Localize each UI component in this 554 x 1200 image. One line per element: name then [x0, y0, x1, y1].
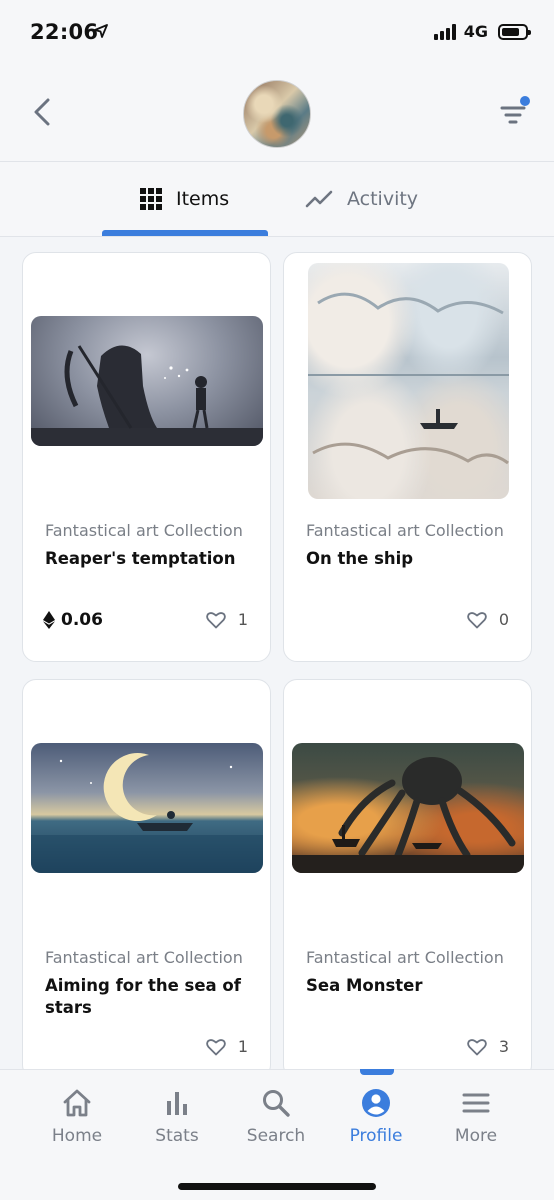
tab-items-label: Items — [176, 188, 230, 210]
card-price: 0.06 — [43, 610, 103, 630]
moon-artwork — [31, 753, 263, 873]
like-count: 3 — [498, 1037, 509, 1056]
nft-card[interactable]: Fantastical art Collection Aiming for th… — [22, 679, 271, 1079]
nft-image-on-the-ship — [308, 263, 509, 499]
ethereum-icon — [43, 611, 55, 629]
home-icon — [63, 1089, 91, 1117]
active-nav-marker — [360, 1069, 394, 1075]
status-time: 22:06 — [30, 20, 99, 44]
like-count: 1 — [237, 610, 248, 629]
card-price-value: 0.06 — [61, 610, 103, 630]
like-button[interactable]: 1 — [206, 610, 248, 629]
battery-icon — [498, 23, 531, 40]
card-collection-name: Fantastical art Collection — [306, 948, 504, 967]
back-button[interactable] — [22, 92, 62, 132]
collection-header — [0, 68, 554, 162]
status-indicators: 4G — [433, 22, 531, 41]
network-type: 4G — [463, 22, 488, 41]
nft-image-reapers-temptation — [31, 316, 263, 446]
heart-icon — [206, 1038, 226, 1055]
nft-image-aiming-for-the-sea-of-stars — [31, 743, 263, 873]
location-arrow-icon — [94, 24, 108, 38]
heart-icon — [467, 611, 487, 628]
nav-home-label: Home — [51, 1126, 103, 1146]
status-bar: 22:06 4G — [0, 0, 554, 68]
tab-activity-label: Activity — [347, 188, 419, 210]
nav-more-label: More — [454, 1126, 498, 1146]
tab-items[interactable]: Items — [140, 162, 229, 236]
ship-artwork — [308, 292, 509, 465]
chevron-left-icon — [34, 98, 50, 126]
trend-line-icon — [305, 190, 333, 208]
nav-home[interactable]: Home — [27, 1088, 127, 1146]
nav-search-label: Search — [246, 1126, 306, 1146]
like-count: 0 — [498, 610, 509, 629]
nft-image-sea-monster — [292, 743, 524, 873]
like-button[interactable]: 0 — [467, 610, 509, 629]
signal-icon — [433, 23, 456, 40]
card-collection-name: Fantastical art Collection — [45, 521, 243, 540]
like-button[interactable]: 3 — [467, 1037, 509, 1056]
nft-card[interactable]: Fantastical art Collection Reaper's temp… — [22, 252, 271, 662]
nav-stats[interactable]: Stats — [127, 1088, 227, 1146]
like-button[interactable]: 1 — [206, 1037, 248, 1056]
card-title: On the ship — [306, 549, 414, 568]
home-indicator — [178, 1183, 376, 1190]
sea-monster-artwork — [292, 757, 524, 873]
heart-icon — [467, 1038, 487, 1055]
card-collection-name: Fantastical art Collection — [45, 948, 243, 967]
reaper-artwork — [31, 345, 263, 446]
tab-activity[interactable]: Activity — [305, 162, 418, 236]
nav-search[interactable]: Search — [226, 1088, 326, 1146]
card-title: Reaper's temptation — [45, 549, 236, 568]
card-collection-name: Fantastical art Collection — [306, 521, 504, 540]
user-icon — [362, 1089, 390, 1117]
menu-icon — [462, 1093, 490, 1113]
nft-card[interactable]: Fantastical art Collection On the ship 0 — [283, 252, 532, 662]
grid-icon — [140, 188, 162, 210]
filter-active-dot — [520, 96, 530, 106]
nav-profile[interactable]: Profile — [326, 1088, 426, 1146]
active-tab-indicator — [102, 230, 268, 236]
nav-profile-label: Profile — [349, 1126, 403, 1146]
avatar[interactable] — [243, 80, 311, 148]
card-title: Aiming for the sea of stars — [45, 976, 241, 1017]
search-icon — [263, 1090, 290, 1117]
bottom-navigation: Home Stats Search Profile More — [0, 1069, 554, 1200]
like-count: 1 — [237, 1037, 248, 1056]
nft-card[interactable]: Fantastical art Collection Sea Monster 3 — [283, 679, 532, 1079]
nav-more[interactable]: More — [426, 1088, 526, 1146]
bar-chart-icon — [167, 1092, 187, 1115]
card-title: Sea Monster — [306, 976, 423, 995]
tab-bar: Items Activity — [0, 162, 554, 237]
nav-stats-label: Stats — [155, 1126, 199, 1146]
heart-icon — [206, 611, 226, 628]
filter-button[interactable] — [498, 96, 532, 130]
